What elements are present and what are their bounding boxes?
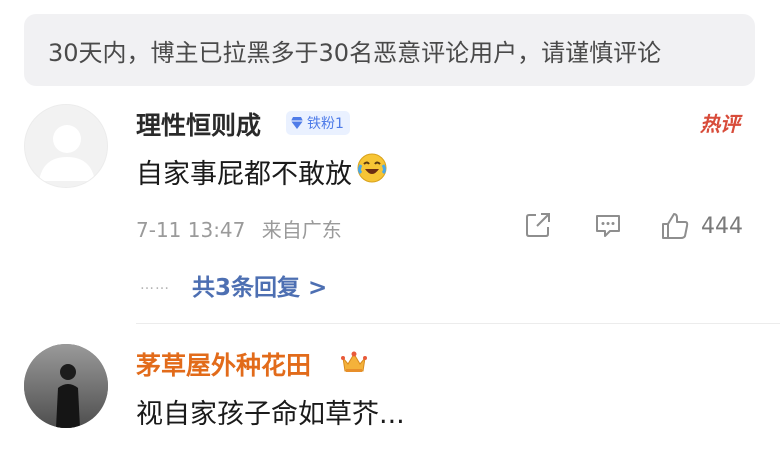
comment-divider bbox=[136, 323, 780, 324]
comment-text: 视自家孩子命如草芥... bbox=[136, 399, 405, 430]
notice-text: 30天内，博主已拉黑多于30名恶意评论用户，请谨慎评论 bbox=[48, 38, 662, 67]
avatar[interactable] bbox=[24, 344, 108, 428]
fan-badge[interactable]: 铁粉1 bbox=[286, 111, 350, 135]
comment-content: 视自家孩子命如草芥... bbox=[136, 392, 405, 431]
comment-text: 自家事屁都不敢放 bbox=[136, 159, 352, 190]
share-icon bbox=[526, 213, 550, 237]
diamond-icon bbox=[291, 117, 303, 129]
like-button[interactable]: 444 bbox=[659, 210, 743, 242]
share-button[interactable] bbox=[523, 210, 553, 240]
comment-button[interactable] bbox=[593, 210, 623, 240]
laugh-cry-emoji-icon bbox=[356, 152, 388, 191]
like-count: 444 bbox=[701, 213, 743, 239]
comment-icon bbox=[596, 215, 620, 237]
view-replies-link[interactable]: …… 共3条回复 > bbox=[140, 268, 327, 302]
avatar[interactable] bbox=[24, 104, 108, 188]
notice-banner: 30天内，博主已拉黑多于30名恶意评论用户，请谨慎评论 bbox=[24, 14, 755, 86]
fan-badge-label: 铁粉1 bbox=[307, 116, 344, 132]
comment-content: 自家事屁都不敢放 bbox=[136, 152, 388, 191]
comment-meta: 7-11 13:47 来自广东 bbox=[136, 214, 342, 243]
thumbs-up-icon bbox=[662, 213, 689, 239]
comment-location: 来自广东 bbox=[261, 218, 342, 242]
reply-dots: …… bbox=[140, 277, 170, 293]
comment-time: 7-11 13:47 bbox=[136, 218, 246, 242]
replies-label: 共3条回复 > bbox=[192, 275, 328, 301]
crown-icon[interactable] bbox=[340, 349, 368, 379]
comment-username[interactable]: 理性恒则成 bbox=[136, 106, 261, 142]
user-photo-avatar bbox=[24, 344, 108, 428]
comment-username[interactable]: 茅草屋外种花田 bbox=[136, 346, 311, 382]
hot-comment-label: 热评 bbox=[700, 112, 740, 136]
default-avatar-icon bbox=[39, 125, 95, 181]
